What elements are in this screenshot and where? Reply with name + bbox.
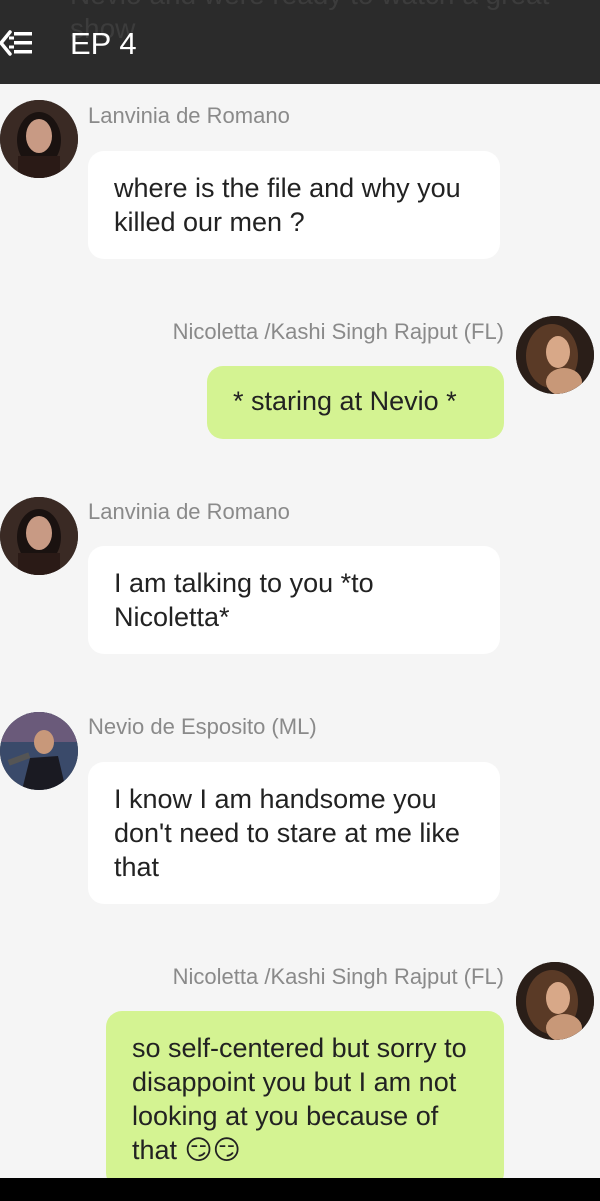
sender-name: Nevio de Esposito (ML) — [88, 714, 317, 739]
avatar-nevio[interactable] — [0, 712, 78, 790]
message-bubble: I know I am handsome you don't need to s… — [88, 762, 500, 904]
avatar-nicoletta[interactable] — [516, 962, 594, 1040]
episode-title: EP 4 — [70, 26, 137, 61]
message-bubble: so self-centered but sorry to disappoint… — [106, 1011, 504, 1189]
sender-name: Nicoletta /Kashi Singh Rajput (FL) — [172, 319, 504, 344]
avatar-lanvinia[interactable] — [0, 100, 78, 178]
message-bubble: * staring at Nevio * — [207, 366, 504, 439]
avatar-lanvinia[interactable] — [0, 497, 78, 575]
chat-screen: Nevio and were ready to watch a great sh… — [0, 0, 600, 1201]
sender-name: Lanvinia de Romano — [88, 499, 290, 524]
sender-name: Nicoletta /Kashi Singh Rajput (FL) — [172, 964, 504, 989]
message-bubble: I am talking to you *to Nicoletta* — [88, 546, 500, 654]
scrolled-text: Nevio and were ready to watch a great sh… — [70, 0, 549, 44]
sender-name: Lanvinia de Romano — [88, 103, 290, 128]
menu-icon[interactable] — [0, 28, 36, 58]
message-bubble: where is the file and why you killed our… — [88, 151, 500, 259]
avatar-nicoletta[interactable] — [516, 316, 594, 394]
bottom-bar — [0, 1178, 600, 1201]
top-bar: Nevio and were ready to watch a great sh… — [0, 0, 600, 84]
